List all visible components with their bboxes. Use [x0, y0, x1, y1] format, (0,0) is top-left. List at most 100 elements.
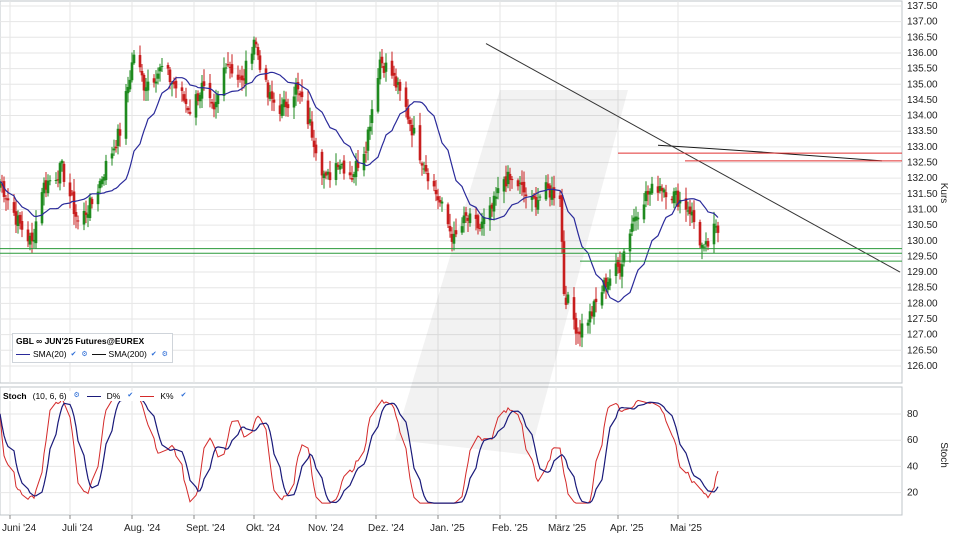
d-check-icon[interactable]: ✔	[126, 392, 134, 400]
candle-body	[580, 323, 584, 338]
candle-body	[426, 172, 430, 182]
price-tick-label: 134.00	[907, 111, 938, 122]
candle-body	[160, 66, 164, 68]
candle-body	[716, 225, 720, 233]
candle-body	[258, 55, 262, 70]
candle-body	[314, 144, 318, 154]
candle-body	[642, 204, 646, 220]
candle-body	[62, 163, 66, 182]
sma200-label[interactable]: SMA(200)	[109, 348, 147, 361]
candle-body	[104, 160, 108, 181]
candle-body	[420, 163, 424, 166]
candle-body	[462, 215, 466, 224]
candle-body	[174, 80, 178, 89]
x-tick-label: März '25	[548, 523, 586, 534]
price-tick-label: 134.50	[907, 95, 938, 106]
price-tick-label: 128.00	[907, 298, 938, 309]
x-tick-label: Dez. '24	[368, 523, 405, 534]
candle-body	[230, 64, 234, 74]
candle-body	[184, 98, 188, 105]
price-tick-label: 137.50	[907, 1, 938, 12]
candle-body	[224, 67, 228, 69]
candle-body	[538, 196, 542, 198]
candle-body	[286, 104, 290, 109]
sma200-swatch	[91, 354, 106, 355]
candle-body	[460, 226, 464, 233]
x-tick-label: Juli '24	[62, 523, 93, 534]
k-check-icon[interactable]: ✔	[180, 392, 188, 400]
candle-body	[408, 119, 412, 125]
indicator-title: Stoch	[3, 391, 27, 401]
candle-body	[392, 72, 396, 76]
candle-body	[664, 192, 668, 198]
candle-body	[250, 53, 254, 64]
candle-body	[600, 292, 604, 306]
candle-body	[236, 74, 240, 80]
x-tick-label: Okt. '24	[246, 523, 281, 534]
candle-body	[60, 160, 64, 164]
x-tick-label: Mai '25	[670, 523, 702, 534]
candle-body	[168, 69, 172, 83]
price-tick-label: 127.00	[907, 330, 938, 341]
candle-body	[202, 81, 206, 86]
sma20-check-icon[interactable]: ✔	[70, 351, 78, 359]
candle-body	[180, 87, 184, 91]
candle-body	[320, 151, 324, 176]
candle-body	[188, 111, 192, 114]
candle-body	[364, 151, 368, 153]
candle-body	[692, 210, 696, 223]
candle-body	[110, 153, 114, 159]
x-tick-label: Feb. '25	[492, 523, 528, 534]
candle-body	[448, 225, 452, 232]
candle-body	[476, 215, 480, 229]
candle-body	[90, 198, 94, 205]
candle-body	[208, 82, 212, 99]
candle-body	[608, 278, 612, 286]
price-tick-label: 133.00	[907, 142, 938, 153]
candle-body	[118, 129, 122, 136]
candle-body	[310, 121, 314, 138]
candle-body	[524, 194, 528, 197]
price-tick-label: 133.50	[907, 126, 938, 137]
indicator-legend: Stoch (10, 6, 6) ⚙ D% ✔ K% ✔	[3, 391, 188, 401]
candle-body	[452, 233, 456, 244]
sma200-settings-icon[interactable]: ⚙	[161, 351, 169, 359]
candle-body	[254, 41, 258, 45]
candle-body	[20, 221, 24, 230]
candle-body	[522, 181, 526, 193]
candle-body	[256, 47, 260, 56]
candle-body	[572, 297, 576, 320]
sma20-settings-icon[interactable]: ⚙	[81, 351, 89, 359]
candle-body	[30, 232, 34, 242]
d-label[interactable]: D%	[107, 391, 121, 401]
price-tick-label: 130.00	[907, 236, 938, 247]
candle-body	[636, 217, 640, 220]
price-tick-label: 130.50	[907, 220, 938, 231]
indicator-settings-icon[interactable]: ⚙	[73, 392, 81, 400]
candle-body	[58, 163, 62, 184]
candle-body	[432, 180, 436, 187]
candle-body	[630, 223, 634, 232]
price-tick-label: 126.50	[907, 345, 938, 356]
sma200-check-icon[interactable]: ✔	[150, 351, 158, 359]
price-tick-label: 126.00	[907, 361, 938, 372]
candle-body	[464, 212, 468, 216]
candle-body	[48, 180, 52, 182]
candle-body	[216, 94, 220, 105]
candle-body	[272, 99, 276, 103]
candle-body	[592, 301, 596, 317]
candle-body	[376, 78, 380, 112]
price-axis-title: Kurs	[938, 183, 949, 204]
candle-body	[370, 109, 374, 124]
sma20-label[interactable]: SMA(20)	[33, 348, 67, 361]
candle-body	[536, 200, 540, 210]
candle-body	[698, 222, 702, 246]
candle-body	[114, 146, 118, 149]
k-label[interactable]: K%	[160, 391, 173, 401]
candle-body	[244, 60, 248, 85]
instrument-label: GBL ∞ JUN'25 Futures@EUREX	[16, 336, 145, 346]
price-tick-label: 136.00	[907, 48, 938, 59]
candle-body	[562, 241, 566, 295]
candle-body	[138, 55, 142, 68]
candle-body	[76, 220, 80, 222]
